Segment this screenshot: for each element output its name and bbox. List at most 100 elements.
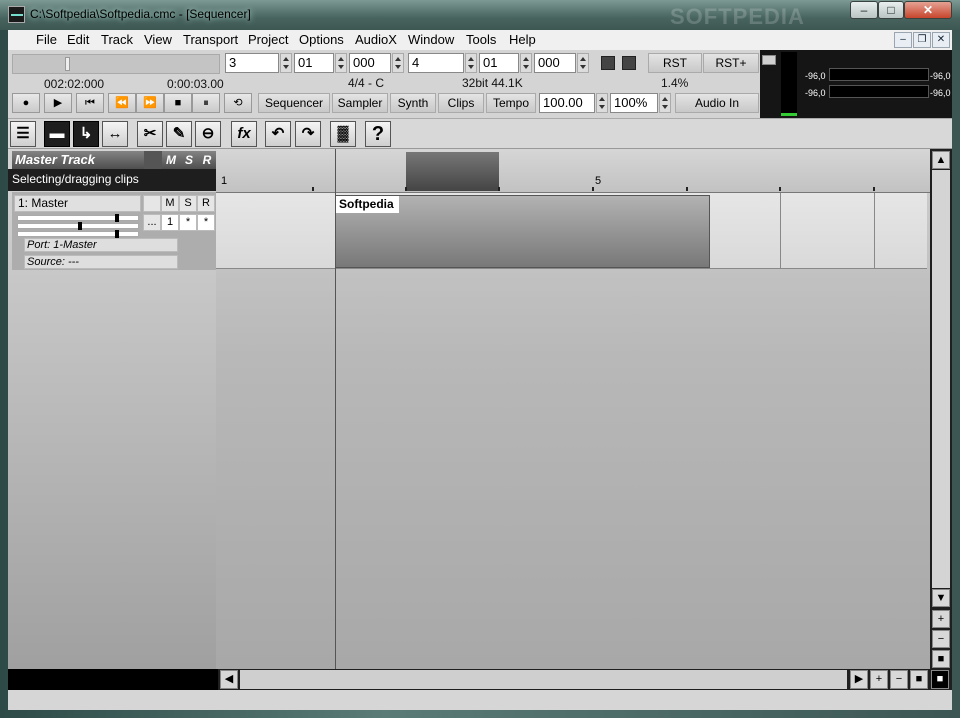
scroll-down-button[interactable]: ▼ — [932, 589, 950, 607]
track-port[interactable]: Port: 1-Master — [24, 238, 178, 252]
tab-synth[interactable]: Synth — [390, 93, 436, 113]
list-icon[interactable]: ☰ — [10, 121, 36, 147]
zoom-reset-vertical-button[interactable]: ■ — [932, 650, 950, 668]
play-button[interactable]: ▶ — [44, 93, 72, 113]
undo-icon[interactable]: ↶ — [265, 121, 291, 147]
mdi-restore-button[interactable]: ❐ — [913, 32, 931, 48]
track-solo-button[interactable]: S — [179, 195, 197, 212]
stretch-tool-icon[interactable]: ↔ — [102, 121, 128, 147]
menu-track[interactable]: Track — [99, 31, 135, 48]
pan-slider[interactable] — [17, 222, 139, 230]
fast-forward-button[interactable]: ⏩ — [136, 93, 164, 113]
menu-file[interactable]: File — [34, 31, 59, 48]
track-record-button[interactable]: R — [197, 195, 215, 212]
fx-icon[interactable]: fx — [231, 121, 257, 147]
beat-field[interactable]: 01 — [294, 53, 334, 73]
go-to-start-button[interactable]: ⏮ — [76, 93, 104, 113]
end-beat-field[interactable]: 01 — [479, 53, 519, 73]
end-bar-field[interactable]: 4 — [408, 53, 464, 73]
menu-tools[interactable]: Tools — [464, 31, 498, 48]
menu-view[interactable]: View — [142, 31, 174, 48]
menu-window[interactable]: Window — [406, 31, 456, 48]
zoom-field[interactable]: 100% — [610, 93, 658, 113]
position-slider-knob[interactable] — [65, 57, 70, 71]
master-record-button[interactable]: R — [198, 151, 216, 169]
zoom-in-vertical-button[interactable]: + — [932, 610, 950, 628]
track-number[interactable]: 1 — [161, 214, 179, 231]
loop-button[interactable]: ⟲ — [224, 93, 252, 113]
tab-sampler[interactable]: Sampler — [332, 93, 388, 113]
position-slider[interactable] — [12, 54, 220, 74]
scroll-up-button[interactable]: ▲ — [932, 151, 950, 169]
end-tick-field[interactable]: 000 — [534, 53, 576, 73]
menu-edit[interactable]: Edit — [65, 31, 91, 48]
close-button[interactable]: ✕ — [904, 1, 952, 19]
punch-out-indicator[interactable] — [622, 56, 636, 70]
master-solo-button[interactable]: S — [180, 151, 198, 169]
audio-in-button[interactable]: Audio In — [675, 93, 759, 113]
tick-spinner[interactable] — [392, 53, 404, 73]
tab-tempo[interactable]: Tempo — [486, 93, 536, 113]
vertical-scroll-track[interactable] — [932, 170, 950, 588]
pan-knob[interactable] — [78, 222, 82, 230]
zoom-out-horizontal-button[interactable]: − — [890, 670, 908, 689]
timeline-ruler[interactable] — [216, 149, 930, 193]
volume-slider[interactable] — [17, 214, 139, 222]
track-name[interactable]: 1: Master — [14, 195, 141, 212]
punch-in-indicator[interactable] — [601, 56, 615, 70]
record-button[interactable]: ● — [12, 93, 40, 113]
waveform-icon[interactable]: ▓ — [330, 121, 356, 147]
master-mute-button[interactable]: M — [162, 151, 180, 169]
track-mute-button[interactable]: M — [161, 195, 179, 212]
help-icon[interactable]: ? — [365, 121, 391, 147]
tempo-field[interactable]: 100.00 — [539, 93, 595, 113]
tempo-spinner[interactable] — [596, 93, 608, 113]
rewind-button[interactable]: ⏪ — [108, 93, 136, 113]
mdi-close-button[interactable]: ✕ — [932, 32, 950, 48]
pause-button[interactable]: ⏸ — [192, 93, 220, 113]
track-more-button[interactable]: ... — [143, 214, 161, 231]
scroll-left-button[interactable]: ◀ — [220, 670, 238, 689]
end-bar-spinner[interactable] — [465, 53, 477, 73]
rst-button[interactable]: RST — [648, 53, 702, 73]
beat-spinner[interactable] — [335, 53, 347, 73]
rst-plus-button[interactable]: RST+ — [703, 53, 759, 73]
menu-options[interactable]: Options — [297, 31, 346, 48]
menu-transport[interactable]: Transport — [181, 31, 240, 48]
end-tick-spinner[interactable] — [577, 53, 589, 73]
meter-mode-button[interactable] — [762, 55, 776, 65]
redo-icon[interactable]: ↷ — [295, 121, 321, 147]
zoom-in-horizontal-button[interactable]: + — [870, 670, 888, 689]
bar-spinner[interactable] — [280, 53, 292, 73]
zoom-out-vertical-button[interactable]: − — [932, 630, 950, 648]
menu-project[interactable]: Project — [246, 31, 290, 48]
scroll-right-button[interactable]: ▶ — [850, 670, 868, 689]
bar-field[interactable]: 3 — [225, 53, 279, 73]
loop-region[interactable] — [406, 152, 499, 191]
app-icon[interactable] — [8, 6, 25, 23]
track-option-2[interactable]: * — [197, 214, 215, 231]
stop-button[interactable]: ■ — [164, 93, 192, 113]
send-knob[interactable] — [115, 230, 119, 238]
mute-tool-icon[interactable]: ⊖ — [195, 121, 221, 147]
tab-sequencer[interactable]: Sequencer — [258, 93, 330, 113]
maximize-button[interactable]: □ — [878, 1, 904, 19]
scissors-icon[interactable]: ✂ — [137, 121, 163, 147]
menu-help[interactable]: Help — [507, 31, 538, 48]
menu-audiox[interactable]: AudioX — [353, 31, 399, 48]
end-beat-spinner[interactable] — [520, 53, 532, 73]
zoom-spinner[interactable] — [659, 93, 671, 113]
minimize-button[interactable]: – — [850, 1, 878, 19]
horizontal-scroll-track[interactable] — [240, 670, 847, 689]
mdi-minimize-button[interactable]: – — [894, 32, 912, 48]
zoom-reset-horizontal-button[interactable]: ■ — [910, 670, 928, 689]
select-tool-icon[interactable]: ↳ — [73, 121, 99, 147]
corner-button[interactable]: ■ — [931, 670, 949, 689]
tick-field[interactable]: 000 — [349, 53, 391, 73]
clip-label[interactable]: Softpedia — [336, 196, 399, 213]
tab-clips[interactable]: Clips — [438, 93, 484, 113]
track-source[interactable]: Source: --- — [24, 255, 178, 269]
send-slider[interactable] — [17, 230, 139, 238]
paint-tool-icon[interactable]: ✎ — [166, 121, 192, 147]
track-option-1[interactable]: * — [179, 214, 197, 231]
